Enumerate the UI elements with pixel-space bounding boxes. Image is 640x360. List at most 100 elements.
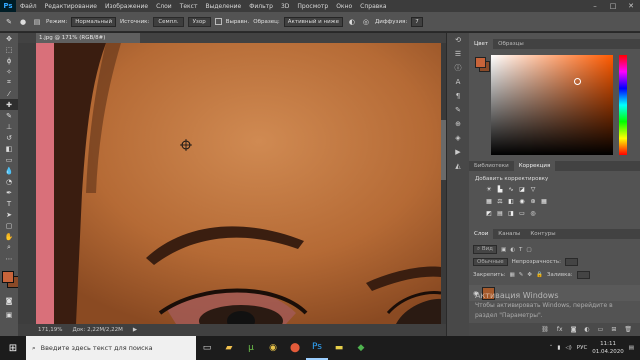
language-indicator[interactable]: РУС xyxy=(577,345,588,351)
fill-field[interactable] xyxy=(576,271,590,279)
taskbar-search-box[interactable]: ⌕ Введите здесь текст для поиска xyxy=(26,336,196,360)
close-icon[interactable]: ✕ xyxy=(622,0,640,12)
menu-edit[interactable]: Редактирование xyxy=(41,3,101,10)
menu-3d[interactable]: 3D xyxy=(277,3,293,10)
delete-layer-icon[interactable]: 🗑 xyxy=(624,326,632,333)
lock-pixels-icon[interactable]: ▦ xyxy=(510,272,515,278)
menu-file[interactable]: Файл xyxy=(16,3,41,10)
menu-select[interactable]: Выделение xyxy=(201,3,245,10)
menu-image[interactable]: Изображение xyxy=(101,3,152,10)
levels-icon[interactable]: ▙ xyxy=(496,185,504,193)
menu-help[interactable]: Справка xyxy=(356,3,390,10)
selective-color-icon[interactable]: ◎ xyxy=(529,209,537,217)
new-group-icon[interactable]: ▭ xyxy=(598,326,604,333)
link-layers-icon[interactable]: ⛓ xyxy=(541,326,549,333)
notifications-icon[interactable]: ▤ xyxy=(629,345,634,351)
brush-settings-icon[interactable]: ▤ xyxy=(32,17,42,27)
volume-icon[interactable]: ◁) xyxy=(565,345,571,351)
tab-layers[interactable]: Слои xyxy=(469,229,494,239)
zoom-level[interactable]: 171,19% xyxy=(38,327,62,333)
torrent-app-icon[interactable]: µ xyxy=(240,336,262,360)
color-balance-icon[interactable]: ⚖ xyxy=(496,197,504,205)
black-white-icon[interactable]: ◧ xyxy=(507,197,515,205)
maximize-icon[interactable]: □ xyxy=(604,0,622,12)
properties-panel-icon[interactable]: ☰ xyxy=(447,47,469,61)
layer-style-icon[interactable]: fx xyxy=(557,326,563,333)
eyedropper-tool-icon[interactable]: ⁄ xyxy=(0,88,18,99)
shape-tool-icon[interactable]: ▢ xyxy=(0,220,18,231)
healing-brush-icon[interactable]: ✎ xyxy=(4,17,14,27)
stamp-tool-icon[interactable]: ⊥ xyxy=(0,121,18,132)
character-panel-icon[interactable]: A xyxy=(447,75,469,89)
chrome-icon[interactable]: ◉ xyxy=(262,336,284,360)
source-sampled-button[interactable]: Семпл. xyxy=(153,16,184,27)
tab-swatches[interactable]: Образцы xyxy=(493,39,529,49)
more-tools-icon[interactable]: ⋯ xyxy=(0,253,18,264)
hand-tool-icon[interactable]: ✋ xyxy=(0,231,18,242)
ignore-adjustment-icon[interactable]: ◐ xyxy=(347,17,357,27)
clock[interactable]: 11:11 01.04.2020 xyxy=(592,340,624,356)
lock-paint-icon[interactable]: ✎ xyxy=(519,272,524,278)
lock-all-icon[interactable]: 🔒 xyxy=(536,272,543,278)
source-pattern-button[interactable]: Узор xyxy=(187,16,211,27)
diffusion-select[interactable]: 7 xyxy=(411,16,423,27)
start-button[interactable]: ⊞ xyxy=(0,336,26,360)
opacity-field[interactable] xyxy=(564,258,579,266)
foreground-color-swatch[interactable] xyxy=(2,271,14,283)
menu-layers[interactable]: Слои xyxy=(152,3,176,10)
clone-source-icon[interactable]: ⊕ xyxy=(447,117,469,131)
camtasia-app-icon[interactable]: ◆ xyxy=(350,336,372,360)
vibrance-icon[interactable]: ▽ xyxy=(529,185,537,193)
panel-foreground-swatch[interactable] xyxy=(475,57,486,68)
mode-select[interactable]: Нормальный xyxy=(71,16,117,27)
filter-adjust-icon[interactable]: ◐ xyxy=(510,247,515,253)
new-adjustment-icon[interactable]: ◐ xyxy=(584,326,589,333)
posterize-icon[interactable]: ▤ xyxy=(496,209,504,217)
minimize-icon[interactable]: – xyxy=(586,0,604,12)
tab-color[interactable]: Цвет xyxy=(469,39,494,49)
lock-move-icon[interactable]: ✥ xyxy=(527,272,532,278)
move-tool-icon[interactable]: ✥ xyxy=(0,33,18,44)
brush-preset-icon[interactable]: ● xyxy=(18,17,28,27)
tab-libraries[interactable]: Библиотеки xyxy=(469,161,514,171)
image-canvas[interactable] xyxy=(36,43,441,324)
menu-filter[interactable]: Фильтр xyxy=(245,3,277,10)
history-brush-tool-icon[interactable]: ↺ xyxy=(0,132,18,143)
sample-select[interactable]: Активный и ниже xyxy=(283,16,343,27)
menu-view[interactable]: Просмотр xyxy=(293,3,332,10)
eraser-tool-icon[interactable]: ◧ xyxy=(0,143,18,154)
pen-tool-icon[interactable]: ✒ xyxy=(0,187,18,198)
history-panel-icon[interactable]: ⟲ xyxy=(447,33,469,47)
brush-panel-icon[interactable]: ✎ xyxy=(447,103,469,117)
type-tool-icon[interactable]: T xyxy=(0,198,18,209)
exposure-icon[interactable]: ◪ xyxy=(518,185,526,193)
filter-type-icon[interactable]: T xyxy=(519,247,522,253)
hue-slider[interactable] xyxy=(619,55,627,155)
menu-window[interactable]: Окно xyxy=(332,3,356,10)
align-checkbox[interactable] xyxy=(214,18,222,25)
gradient-map-icon[interactable]: ▭ xyxy=(518,209,526,217)
quick-mask-icon[interactable]: ◙ xyxy=(0,295,18,306)
filter-pixel-icon[interactable]: ▣ xyxy=(501,247,506,253)
menu-text[interactable]: Текст xyxy=(176,3,202,10)
notes-app-icon[interactable]: ▬ xyxy=(328,336,350,360)
color-picker-field[interactable] xyxy=(491,55,613,155)
task-view-icon[interactable]: ▭ xyxy=(196,336,218,360)
gradient-tool-icon[interactable]: ▭ xyxy=(0,154,18,165)
yandex-browser-icon[interactable]: ⬤ xyxy=(284,336,306,360)
screen-mode-icon[interactable]: ▣ xyxy=(0,309,18,320)
tab-channels[interactable]: Каналы xyxy=(493,229,525,239)
new-layer-icon[interactable]: ⊞ xyxy=(611,326,616,333)
zoom-tool-icon[interactable]: ⌕ xyxy=(0,242,18,253)
path-select-tool-icon[interactable]: ➤ xyxy=(0,209,18,220)
channel-mixer-icon[interactable]: ⊛ xyxy=(529,197,537,205)
navigator-panel-icon[interactable]: ◭ xyxy=(447,159,469,173)
dodge-tool-icon[interactable]: ◔ xyxy=(0,176,18,187)
marquee-tool-icon[interactable]: ⬚ xyxy=(0,44,18,55)
network-icon[interactable]: ▮ xyxy=(557,345,560,351)
quick-select-tool-icon[interactable]: ✧ xyxy=(0,66,18,77)
healing-brush-tool-icon[interactable]: ✚ xyxy=(0,99,18,110)
photoshop-taskbar-icon[interactable]: Ps xyxy=(306,336,328,360)
file-explorer-icon[interactable]: ▰ xyxy=(218,336,240,360)
pressure-icon[interactable]: ◎ xyxy=(361,17,371,27)
